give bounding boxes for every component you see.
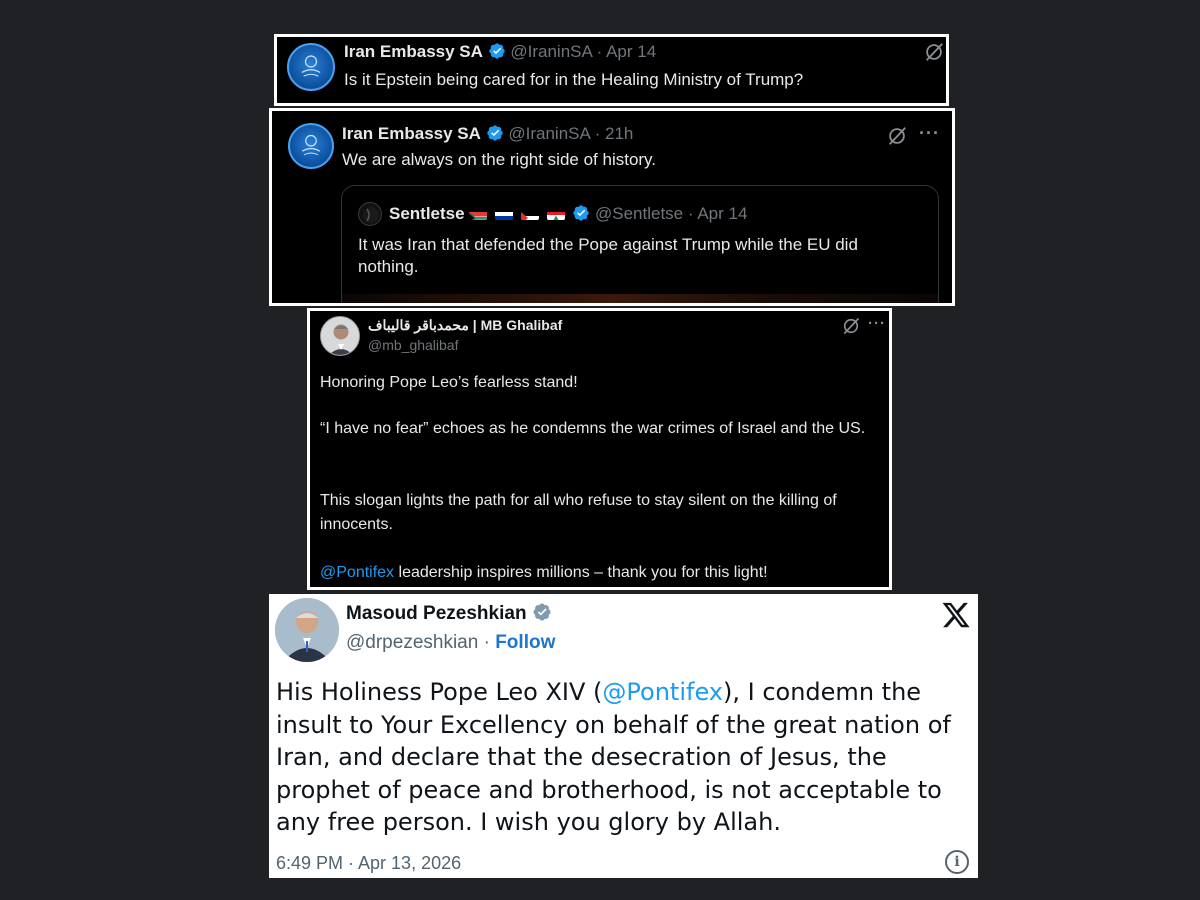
pontifex-mention-link[interactable]: @Pontifex — [320, 564, 394, 581]
quoted-author-name[interactable]: Sentletse — [389, 204, 465, 223]
verified-badge-icon — [533, 603, 551, 621]
tweet-paragraph-2: “I have no fear” echoes as he condemns t… — [320, 420, 866, 437]
quoted-media-preview[interactable] — [342, 294, 938, 303]
tweet-card-ghalibaf[interactable]: محمدباقر قالیباف | MB Ghalibaf @mb_ghali… — [307, 308, 892, 590]
paragraph-4-text: leadership inspires millions – thank you… — [394, 564, 768, 581]
tweet-text-part-1: His Holiness Pope Leo XIV ( — [276, 678, 603, 706]
author-handle[interactable]: @IraninSA — [508, 124, 590, 143]
info-icon[interactable]: i — [945, 850, 969, 874]
flag-icons — [469, 204, 572, 223]
tweet-header: Iran Embassy SA @IraninSA · Apr 14 — [344, 41, 656, 63]
more-options-icon[interactable]: ··· — [868, 315, 886, 332]
author-name[interactable]: Iran Embassy SA — [344, 42, 483, 61]
quoted-tweet[interactable]: Sentletse @Sentletse · Apr 14 It was Ira… — [341, 185, 939, 303]
quoted-author-handle[interactable]: @Sentletse — [595, 204, 683, 223]
tweet-card-pezeshkian[interactable]: Masoud Pezeshkian @drpezeshkian · Follow… — [269, 594, 978, 878]
iran-embassy-avatar[interactable] — [287, 43, 335, 91]
tweet-text: His Holiness Pope Leo XIV (@Pontifex), I… — [276, 676, 966, 839]
tweet-date[interactable]: · 21h — [595, 124, 634, 143]
lebanon-flag-icon — [546, 208, 565, 220]
tweet-paragraph-3: This slogan lights the path for all who … — [320, 492, 837, 533]
tweet-date[interactable]: · Apr 14 — [597, 42, 657, 61]
tweet-header: Masoud Pezeshkian — [346, 602, 552, 626]
pezeshkian-avatar[interactable] — [275, 598, 339, 662]
russia-flag-icon — [495, 208, 514, 220]
author-handle[interactable]: @drpezeshkian — [346, 632, 478, 653]
x-logo-icon[interactable] — [941, 600, 971, 630]
quoted-tweet-header: Sentletse @Sentletse · Apr 14 — [389, 203, 747, 225]
grok-icon[interactable] — [886, 125, 908, 152]
tweet-text: Is it Epstein being cared for in the Hea… — [344, 70, 804, 89]
follow-button[interactable]: Follow — [495, 632, 555, 653]
grok-icon[interactable] — [841, 316, 861, 341]
tweet-card-iran-embassy-2[interactable]: Iran Embassy SA @IraninSA · 21h ··· We a… — [269, 108, 955, 306]
more-options-icon[interactable]: ··· — [919, 123, 940, 144]
author-name[interactable]: محمدباقر قالیباف | MB Ghalibaf — [368, 316, 562, 334]
south-africa-flag-icon — [469, 208, 488, 220]
author-name[interactable]: Iran Embassy SA — [342, 124, 481, 143]
tweet-card-iran-embassy-1[interactable]: Iran Embassy SA @IraninSA · Apr 14 Is it… — [274, 34, 949, 106]
author-handle[interactable]: @mb_ghalibaf — [368, 336, 459, 354]
iran-embassy-avatar[interactable] — [288, 123, 334, 169]
grok-icon[interactable] — [923, 41, 945, 68]
verified-badge-icon — [488, 43, 505, 59]
handle-row: @drpezeshkian · Follow — [346, 631, 555, 655]
separator: · — [478, 632, 496, 653]
info-icon-glyph: i — [954, 854, 960, 870]
palestine-flag-icon — [520, 208, 539, 220]
tweet-timestamp[interactable]: 6:49 PM · Apr 13, 2026 — [276, 852, 461, 874]
ghalibaf-avatar[interactable] — [320, 316, 360, 356]
verified-badge-icon — [573, 205, 589, 221]
author-name[interactable]: Masoud Pezeshkian — [346, 603, 527, 624]
tweet-paragraph-1: Honoring Pope Leo’s fearless stand! — [320, 374, 578, 391]
quoted-tweet-text: It was Iran that defended the Pope again… — [358, 235, 858, 276]
author-handle[interactable]: @IraninSA — [510, 42, 592, 61]
sentletse-avatar[interactable] — [358, 202, 382, 226]
pontifex-mention-link[interactable]: @Pontifex — [602, 678, 723, 706]
tweet-paragraph-4: @Pontifex leadership inspires millions –… — [320, 561, 885, 585]
verified-badge-icon — [486, 125, 503, 141]
tweet-header: Iran Embassy SA @IraninSA · 21h — [342, 123, 633, 145]
tweet-text: We are always on the right side of histo… — [342, 150, 657, 169]
quoted-tweet-date[interactable]: · Apr 14 — [688, 204, 748, 223]
